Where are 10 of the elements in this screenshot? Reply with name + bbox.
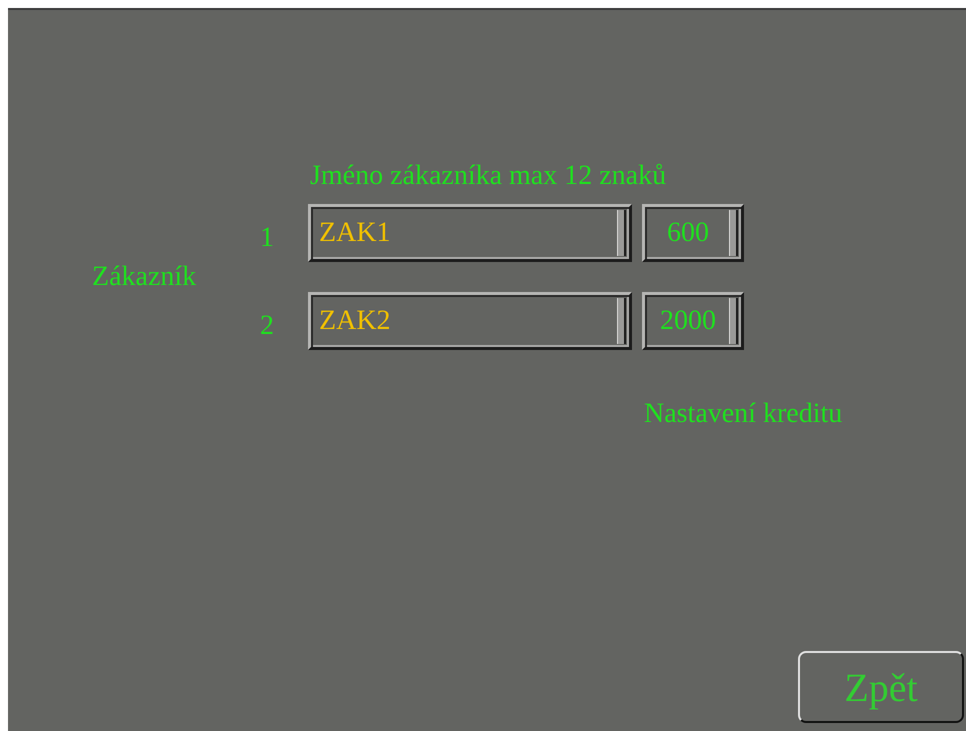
back-button[interactable]: Zpět	[798, 651, 964, 723]
row-number: 2	[260, 310, 275, 343]
credit-field[interactable]: 2000	[642, 292, 744, 350]
credit-label: Nastavení kreditu	[643, 398, 844, 430]
name-field[interactable]: ZAK1	[308, 204, 632, 262]
credit-field[interactable]: 600	[642, 204, 744, 262]
name-heading: Jméno zákazníka max 12 znaků	[309, 160, 666, 193]
name-field[interactable]: ZAK2	[308, 292, 632, 350]
customer-label: Zákazník	[92, 261, 198, 293]
row-number: 1	[260, 222, 275, 255]
